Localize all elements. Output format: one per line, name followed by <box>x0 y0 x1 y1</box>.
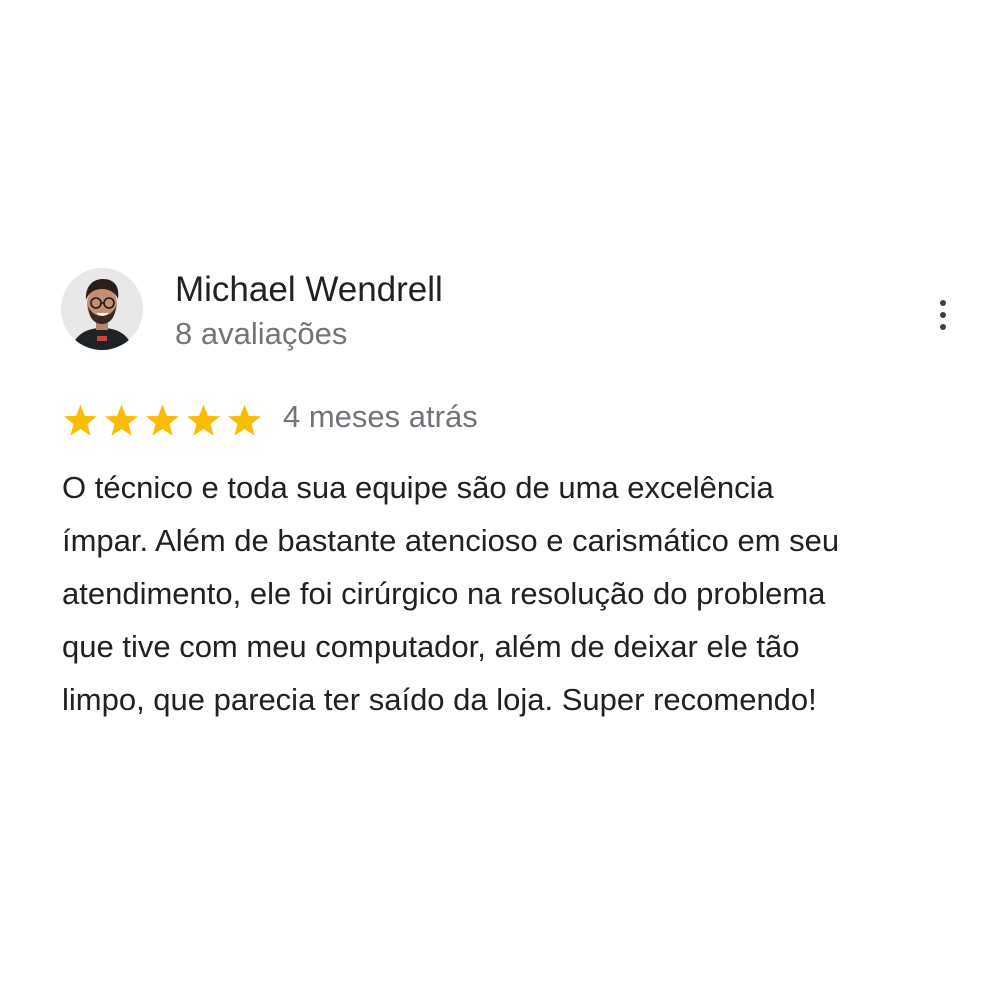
review-card: Michael Wendrell 8 avaliações 4 meses at… <box>0 0 1000 1000</box>
review-text-line: ímpar. Além de bastante atencioso e cari… <box>62 523 840 558</box>
star-icon <box>146 404 179 436</box>
user-avatar-photo <box>61 268 143 350</box>
author-name[interactable]: Michael Wendrell <box>175 270 443 310</box>
star-icon <box>187 404 220 436</box>
star-icon <box>105 404 138 436</box>
star-icon <box>64 404 97 436</box>
review-date: 4 meses atrás <box>283 399 478 434</box>
author-review-count[interactable]: 8 avaliações <box>175 316 347 352</box>
review-text: O técnico e toda sua equipe são de uma e… <box>62 461 972 726</box>
more-options-button[interactable] <box>925 292 961 338</box>
author-avatar[interactable] <box>61 268 143 350</box>
more-vert-icon-dot <box>940 324 946 330</box>
star-rating <box>62 402 263 438</box>
review-text-line: que tive com meu computador, além de dei… <box>62 629 800 664</box>
more-vert-icon <box>940 300 946 306</box>
review-text-line: O técnico e toda sua equipe são de uma e… <box>62 470 774 505</box>
review-text-line: atendimento, ele foi cirúrgico na resolu… <box>62 576 826 611</box>
star-icon <box>228 404 261 436</box>
more-vert-icon-dot <box>940 312 946 318</box>
review-text-line: limpo, que parecia ter saído da loja. Su… <box>62 682 817 717</box>
